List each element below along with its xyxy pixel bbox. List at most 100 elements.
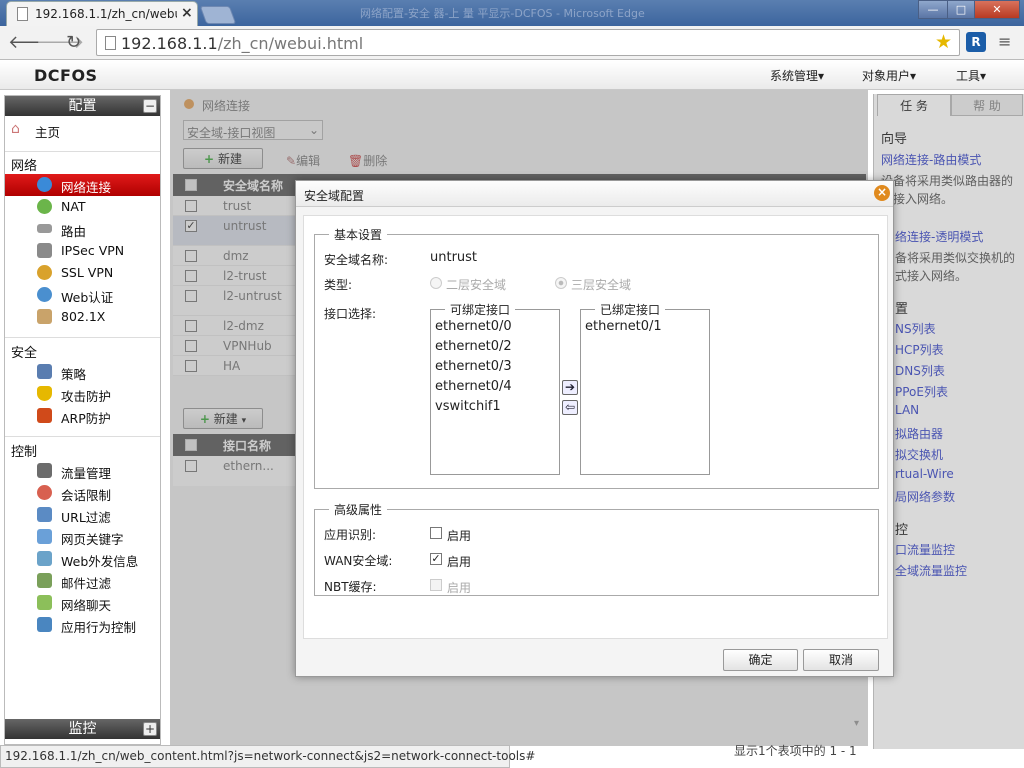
ok-button[interactable]: 确定: [723, 649, 798, 671]
zone-config-dialog: 安全域配置 × 基本设置 安全域名称: untrust 类型: 二层安全域 三层…: [295, 180, 894, 677]
expand-icon[interactable]: +: [143, 722, 157, 736]
config-header[interactable]: 配置 −: [5, 96, 160, 116]
sidebar-item-nat[interactable]: NAT: [5, 196, 160, 218]
advanced-group: 高级属性: [314, 501, 879, 596]
zone-name-label: 安全域名称:: [324, 253, 389, 267]
app-identify-checkbox[interactable]: [430, 527, 442, 539]
zone-name-value: untrust: [430, 250, 478, 265]
list-item[interactable]: ethernet0/1: [585, 319, 662, 334]
nbt-cache-checkbox[interactable]: [430, 579, 442, 591]
sidebar-item-label: Web认证: [61, 290, 114, 305]
menu-tools[interactable]: 工具▾: [956, 67, 986, 84]
sidebar-item-8021x[interactable]: 802.1X: [5, 306, 160, 328]
wan-zone-label: WAN安全域:: [324, 554, 393, 568]
section-security: 安全: [11, 346, 38, 361]
address-bar[interactable]: 192.168.1.1/zh_cn/webui.html ★: [96, 29, 960, 56]
sidebar-item-attack-defense[interactable]: 攻击防护: [5, 383, 160, 405]
list-item[interactable]: ethernet0/4: [435, 379, 512, 394]
sidebar-item-web-auth[interactable]: Web认证: [5, 284, 160, 306]
policy-icon: [37, 364, 52, 379]
sidebar-item-label: IPSec VPN: [61, 243, 125, 258]
sidebar-item-web-outbound[interactable]: Web外发信息: [5, 548, 160, 570]
page-icon: [105, 36, 116, 50]
monitor-title: 监控: [68, 721, 97, 737]
sidebar-item-mail-filter[interactable]: 邮件过滤: [5, 570, 160, 592]
divider: [5, 436, 160, 437]
sidebar-item-chat[interactable]: 网络聊天: [5, 592, 160, 614]
sidebar-item-label: 应用行为控制: [61, 620, 137, 635]
sidebar-item-keyword[interactable]: 网页关键字: [5, 526, 160, 548]
browser-menu-icon[interactable]: ≡: [998, 32, 1011, 51]
sidebar: 配置 − ⌂ 主页 网络 网络连接 NAT 路由 IPSec VPN SSL V…: [4, 95, 161, 745]
sidebar-item-label: 网页关键字: [61, 532, 124, 547]
collapse-icon[interactable]: −: [143, 99, 157, 113]
sidebar-item-traffic[interactable]: 流量管理: [5, 460, 160, 482]
unbind-arrow-left-icon[interactable]: ⇦: [562, 400, 578, 415]
extension-icon[interactable]: R: [966, 32, 986, 52]
tab-close-icon[interactable]: ×: [181, 5, 193, 21]
radio-layer2[interactable]: [430, 277, 442, 289]
sidebar-item-label: 802.1X: [61, 309, 106, 324]
browser-titlebar: 192.168.1.1/zh_cn/webu × 网络配置-安全 器-上 量 平…: [0, 0, 1024, 26]
app-control-icon: [37, 617, 52, 632]
config-title: 配置: [68, 98, 97, 114]
app-identify-label: 应用识别:: [324, 528, 377, 542]
keyword-icon: [37, 529, 52, 544]
dialog-title: 安全域配置: [304, 189, 365, 203]
list-item[interactable]: vswitchif1: [435, 399, 501, 414]
chat-icon: [37, 595, 52, 610]
list-item[interactable]: ethernet0/0: [435, 319, 512, 334]
sidebar-item-url-filter[interactable]: URL过滤: [5, 504, 160, 526]
sidebar-item-app-behavior[interactable]: 应用行为控制: [5, 614, 160, 636]
menu-objects[interactable]: 对象用户▾: [862, 67, 916, 84]
home-icon: ⌂: [11, 121, 20, 137]
bind-arrow-right-icon[interactable]: ➔: [562, 380, 578, 395]
monitor-header[interactable]: 监控 +: [5, 719, 160, 739]
sidebar-item-ssl-vpn[interactable]: SSL VPN: [5, 262, 160, 284]
advanced-legend: 高级属性: [334, 503, 383, 517]
nbt-cache-label: NBT缓存:: [324, 580, 377, 594]
radio-layer3-label: 三层安全域: [571, 278, 632, 292]
list-item[interactable]: ethernet0/2: [435, 339, 512, 354]
browser-navbar: 🡐 🡒 ↻ 192.168.1.1/zh_cn/webui.html ★ R ≡: [0, 26, 1024, 60]
url-text: 192.168.1.1/zh_cn/webui.html: [121, 34, 364, 53]
close-icon[interactable]: ×: [874, 185, 890, 201]
bindable-legend: 可绑定接口: [450, 303, 511, 317]
status-bar: 192.168.1.1/zh_cn/web_content.html?js=ne…: [0, 745, 535, 768]
window-close-button[interactable]: ✕: [974, 0, 1020, 19]
web-auth-icon: [37, 287, 52, 302]
page-icon: [17, 7, 28, 21]
sidebar-item-ipsec-vpn[interactable]: IPSec VPN: [5, 240, 160, 262]
session-icon: [37, 485, 52, 500]
bookmark-star-icon[interactable]: ★: [935, 31, 952, 53]
minimize-button[interactable]: —: [918, 0, 948, 19]
task-pane-shade: [873, 94, 1024, 749]
radio-layer3[interactable]: [555, 277, 567, 289]
vpn-icon: [37, 243, 52, 258]
globe-icon: [37, 177, 52, 192]
sidebar-item-route[interactable]: 路由: [5, 218, 160, 240]
app-identify-enable: 启用: [447, 529, 472, 543]
sidebar-item-arp-defense[interactable]: ARP防护: [5, 405, 160, 427]
wan-zone-checkbox[interactable]: ✓: [430, 553, 442, 565]
section-network: 网络: [11, 159, 38, 174]
menu-system[interactable]: 系统管理▾: [770, 67, 824, 84]
sidebar-item-network-connect[interactable]: 网络连接: [5, 174, 160, 196]
traffic-icon: [37, 463, 52, 478]
sidebar-item-session-limit[interactable]: 会话限制: [5, 482, 160, 504]
cancel-button[interactable]: 取消: [803, 649, 879, 671]
list-item[interactable]: ethernet0/3: [435, 359, 512, 374]
sidebar-item-policy[interactable]: 策略: [5, 361, 160, 383]
reload-icon[interactable]: ↻: [66, 32, 81, 53]
8021x-icon: [37, 309, 52, 324]
sidebar-item-home[interactable]: ⌂ 主页: [5, 119, 160, 141]
iface-select-label: 接口选择:: [324, 307, 377, 321]
sidebar-item-label: Web外发信息: [61, 554, 139, 569]
window-title: 网络配置-安全 器-上 量 平显示-DCFOS - Microsoft Edge: [360, 7, 645, 20]
maximize-button[interactable]: □: [947, 0, 975, 19]
new-tab-button[interactable]: [199, 6, 237, 24]
browser-tab[interactable]: 192.168.1.1/zh_cn/webu ×: [6, 1, 198, 26]
dialog-titlebar[interactable]: 安全域配置 ×: [296, 181, 893, 207]
wan-zone-enable: 启用: [447, 555, 472, 569]
router-icon: [37, 224, 52, 233]
